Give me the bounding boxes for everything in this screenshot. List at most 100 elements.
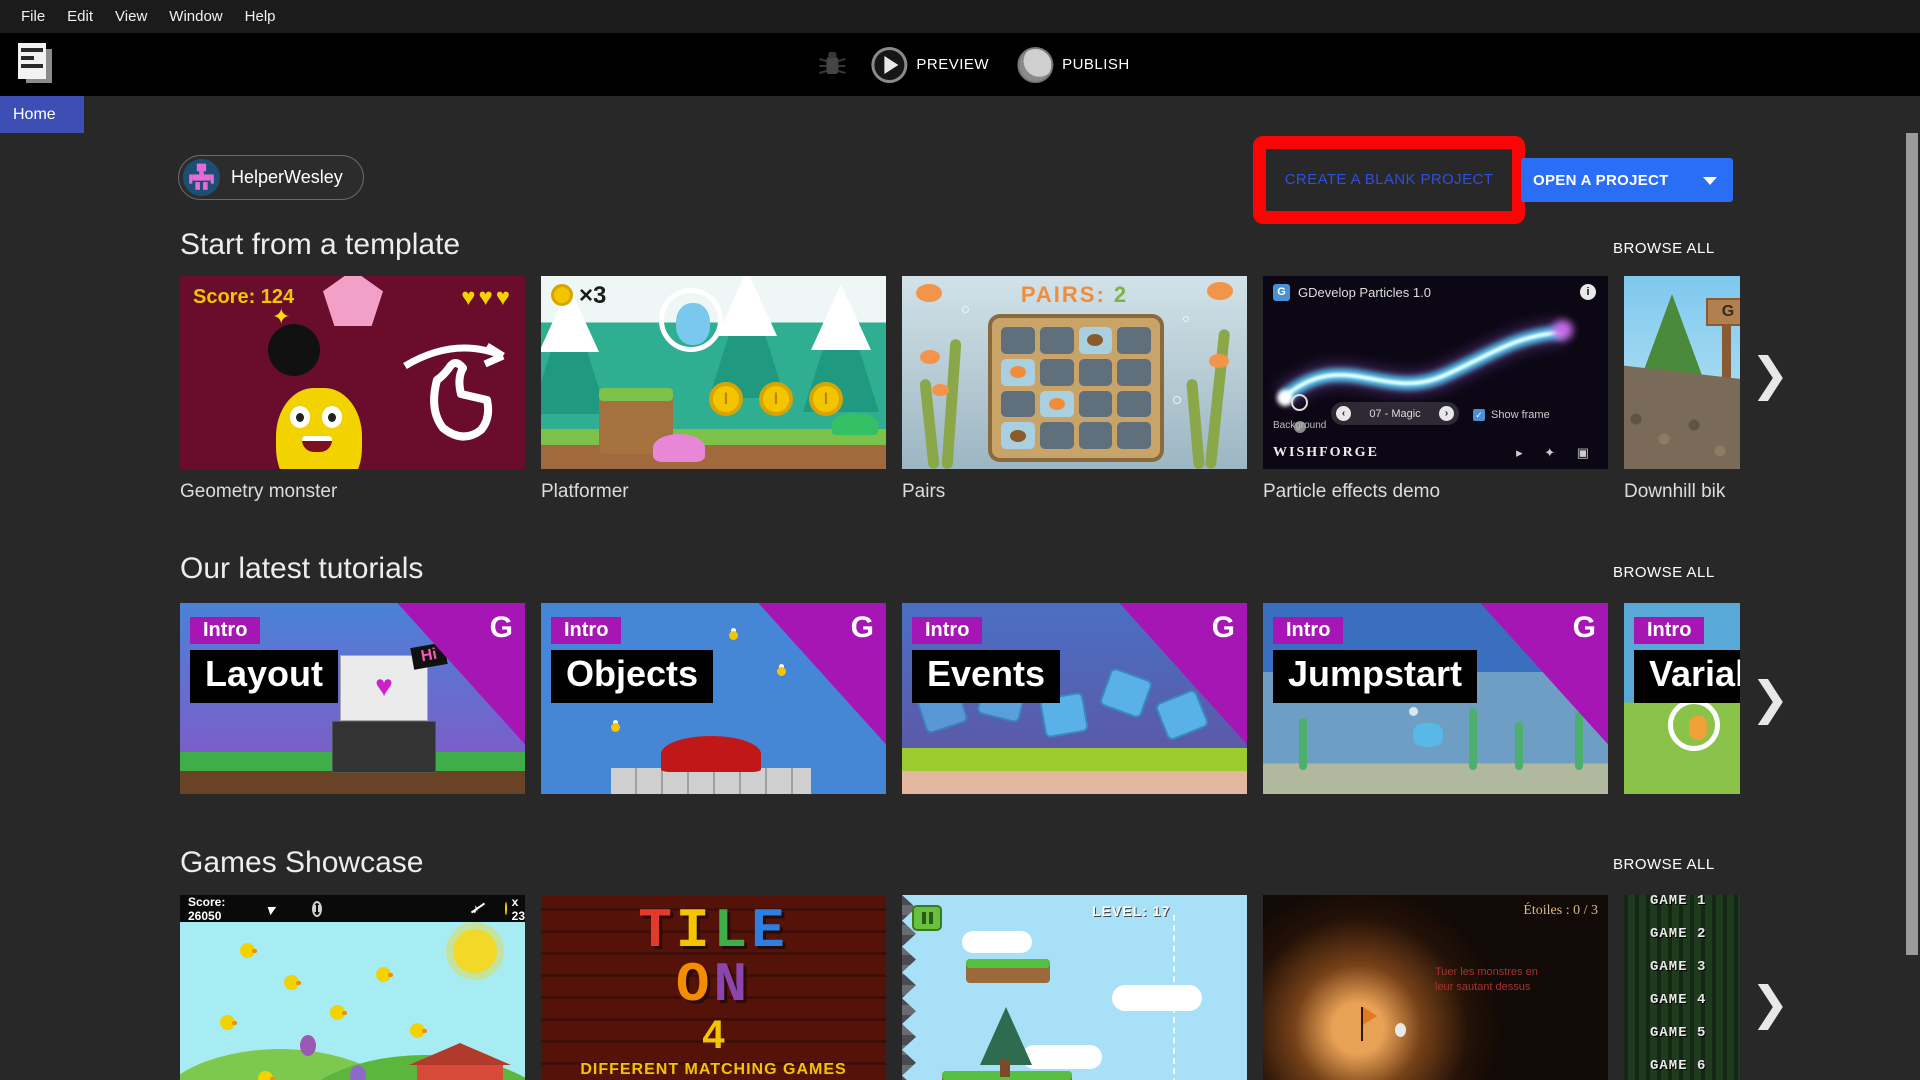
template-card-downhill[interactable]: G Downhill bik [1624, 276, 1740, 501]
thumbnail: GAME 1 GAME 2 GAME 3 GAME 4 GAME 5 GAME … [1624, 895, 1740, 1080]
tile-snail [1079, 327, 1113, 354]
ghost-body [676, 303, 710, 345]
create-blank-project-button[interactable]: CREATE A BLANK PROJECT [1266, 158, 1512, 202]
chick [284, 975, 299, 990]
thumbnail: G GDevelop Particles 1.0 i Background [1263, 276, 1608, 469]
open-project-button[interactable]: OPEN A PROJECT [1521, 158, 1733, 202]
template-card-geometry-monster[interactable]: Score: 124 ♥♥♥ ✦ Ge [180, 276, 525, 501]
robot [1098, 667, 1153, 720]
browse-all-templates[interactable]: BROWSE ALL [1613, 240, 1715, 257]
gdevelop-logo-icon: G [490, 611, 513, 645]
template-row: Score: 124 ♥♥♥ ✦ Ge [180, 276, 1740, 501]
stars-counter-text: Étoiles : 0 / 3 [1523, 903, 1598, 919]
player-character [659, 288, 723, 352]
pairs-score-text: PAIRS: 2 [902, 282, 1247, 308]
gdevelop-window: File Edit View Window Help [0, 0, 1920, 1080]
showcase-next-arrow[interactable]: ❯ [1748, 975, 1792, 1031]
preset-name: 07 - Magic [1369, 408, 1420, 420]
cloud [1022, 1045, 1102, 1069]
publish-label: PUBLISH [1062, 56, 1130, 73]
menu-help[interactable]: Help [234, 0, 287, 33]
bee [777, 667, 786, 676]
seaweed [1575, 712, 1583, 770]
tile [1079, 359, 1113, 386]
tab-home[interactable]: Home [0, 96, 84, 133]
showcase-card-menu[interactable]: GAME 1 GAME 2 GAME 3 GAME 4 GAME 5 GAME … [1624, 895, 1740, 1080]
icon-line [21, 56, 34, 60]
tile [1001, 391, 1035, 418]
tile [1117, 391, 1151, 418]
fish-decor [932, 384, 949, 396]
showcase-card-night[interactable]: Étoiles : 0 / 3 Tuer les monstres en leu… [1263, 895, 1608, 1080]
template-card-pairs[interactable]: PAIRS: 2 [902, 276, 1247, 501]
menu-edit[interactable]: Edit [56, 0, 104, 33]
tutorial-card-jumpstart[interactable]: G Intro Jumpstart [1263, 603, 1608, 794]
tile [1040, 422, 1074, 449]
template-label: Platformer [541, 481, 886, 501]
publish-button[interactable]: PUBLISH [1017, 47, 1130, 83]
barn [417, 1065, 503, 1080]
mute-music-icon: ♪ [472, 901, 479, 916]
menu-item: GAME 4 [1650, 984, 1706, 1017]
icon-line [21, 48, 43, 52]
tutorials-next-arrow[interactable]: ❯ [1748, 670, 1792, 726]
showcase-card-tile-on[interactable]: TILE ON 4 DIFFERENT MATCHING GAMES [541, 895, 886, 1080]
thumbnail: Score: 124 ♥♥♥ ✦ [180, 276, 525, 469]
eye [290, 406, 310, 428]
tile-fish [1001, 359, 1035, 386]
swipe-hand-icon [399, 328, 517, 448]
seaweed [1515, 722, 1523, 770]
template-card-particle-effects[interactable]: G GDevelop Particles 1.0 i Background [1263, 276, 1608, 501]
tutorial-card-events[interactable]: G Intro Events [902, 603, 1247, 794]
game-count-text: 4 [541, 1013, 886, 1058]
highlight-ring [1668, 699, 1720, 751]
vertical-scrollbar[interactable] [1906, 133, 1918, 955]
project-manager-icon[interactable] [18, 43, 56, 85]
tile [1040, 359, 1074, 386]
tutorial-title: Jumpstart [1273, 650, 1477, 703]
tutorial-card-layout[interactable]: ♥ Hi G Intro Layout [180, 603, 525, 794]
tutorial-card-variables[interactable]: +1 Intro Variab [1624, 603, 1740, 794]
subtitle-text: DIFFERENT MATCHING GAMES [541, 1061, 886, 1079]
background-label: Background [1273, 420, 1326, 431]
preview-button[interactable]: PREVIEW [871, 47, 989, 83]
coin-icon: l [759, 382, 793, 416]
menu-bar: File Edit View Window Help [0, 0, 1920, 33]
chick [220, 1015, 235, 1030]
thumbnail: Score: 26050 ♪ x 23 [180, 895, 525, 1080]
menu-view[interactable]: View [104, 0, 158, 33]
showcase-card-chicks[interactable]: Score: 26050 ♪ x 23 [180, 895, 525, 1080]
gdevelop-logo-icon: G [851, 611, 874, 645]
templates-next-arrow[interactable]: ❯ [1748, 346, 1792, 402]
debug-icon[interactable] [815, 48, 849, 82]
pause-button[interactable] [912, 905, 942, 931]
background-toggle-icon [1291, 394, 1308, 411]
menu-item: GAME 5 [1650, 1017, 1706, 1050]
showcase-row: Score: 26050 ♪ x 23 TILE ON [180, 895, 1740, 1080]
tutorial-card-objects[interactable]: G Intro Objects [541, 603, 886, 794]
coin-counter-icon [551, 284, 573, 306]
thumbnail: PAIRS: 2 [902, 276, 1247, 469]
template-card-platformer[interactable]: l l l ×3 Platformer [541, 276, 886, 501]
browse-all-tutorials[interactable]: BROWSE ALL [1613, 564, 1715, 581]
browse-all-showcase[interactable]: BROWSE ALL [1613, 856, 1715, 873]
thumbnail: l l l ×3 [541, 276, 886, 469]
tile [1117, 422, 1151, 449]
particles-header: G GDevelop Particles 1.0 [1273, 284, 1431, 301]
project-manager-icon-page [18, 43, 46, 79]
menu-item: GAME 6 [1650, 1050, 1706, 1080]
template-label: Particle effects demo [1263, 481, 1608, 501]
tree-snow [811, 284, 871, 350]
chick-counter-icon [505, 902, 507, 915]
user-profile-chip[interactable]: HelperWesley [178, 155, 364, 200]
menu-file[interactable]: File [10, 0, 56, 33]
hint-text: Tuer les monstres en leur sautant dessus [1435, 965, 1538, 995]
showcase-card-moves[interactable]: LEVEL: 17 MOVES: 6 ⬢⬢⬢ [902, 895, 1247, 1080]
coin-count-text: ×3 [579, 282, 606, 310]
easter-egg [300, 1035, 316, 1056]
bee [729, 631, 738, 640]
flag [1363, 1007, 1377, 1025]
menu-window[interactable]: Window [158, 0, 233, 33]
robot [1154, 688, 1210, 742]
tile-snail [1001, 422, 1035, 449]
